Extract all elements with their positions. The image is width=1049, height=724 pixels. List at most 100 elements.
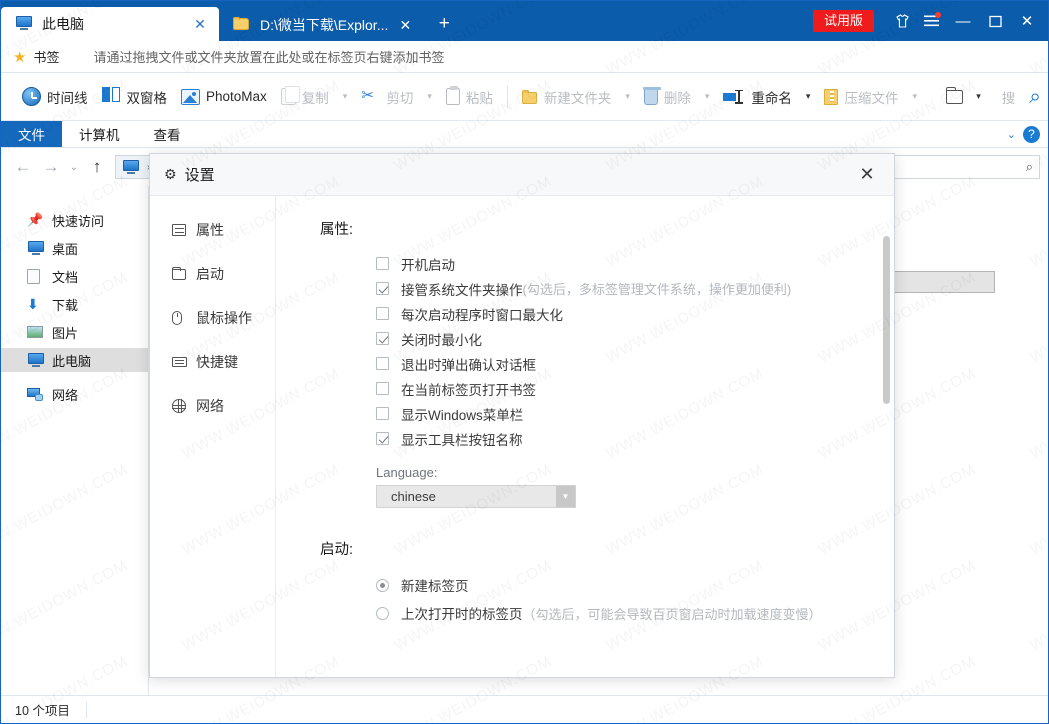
- tab-view[interactable]: 查看: [137, 121, 198, 147]
- option-label: 退出时弹出确认对话框: [401, 357, 536, 373]
- option-last-session-tabs[interactable]: 上次打开时的标签页 （勾选后，可能会导致百页窗启动时加载速度变慢）: [376, 599, 894, 627]
- dialog-body: 属性 启动 鼠标操作 快捷键 网络 属性: 开机启动 接管系统文件夹操作 (勾选…: [150, 196, 894, 677]
- help-icon[interactable]: ?: [1023, 125, 1040, 143]
- checkbox[interactable]: [376, 432, 389, 445]
- dialog-scrollbar[interactable]: [883, 204, 890, 664]
- settings-nav-mouse[interactable]: 鼠标操作: [150, 296, 275, 340]
- toolbar-photomax-label: PhotoMax: [206, 89, 267, 104]
- sidebar-item-pictures[interactable]: 图片: [1, 320, 148, 344]
- network-icon: [27, 387, 45, 401]
- view-dropdown-icon[interactable]: ▾: [969, 80, 988, 114]
- back-button[interactable]: ←: [9, 153, 37, 181]
- checkbox[interactable]: [376, 307, 389, 320]
- checkbox[interactable]: [376, 407, 389, 420]
- tab-close-icon[interactable]: ✕: [191, 15, 209, 33]
- trial-badge[interactable]: 试用版: [812, 9, 874, 33]
- option-autostart[interactable]: 开机启动: [376, 251, 894, 276]
- sidebar-item-documents[interactable]: 文档: [1, 264, 148, 288]
- toolbar-paste-label: 粘贴: [465, 90, 493, 106]
- option-new-tab-page[interactable]: 新建标签页: [376, 571, 894, 599]
- toolbar-timeline[interactable]: 时间线: [15, 80, 95, 114]
- settings-nav-network[interactable]: 网络: [150, 384, 275, 428]
- dialog-close-button[interactable]: ✕: [854, 162, 880, 188]
- language-label: Language:: [376, 465, 438, 480]
- toolbar-copy[interactable]: 复制: [274, 80, 336, 114]
- checkbox[interactable]: [376, 332, 389, 345]
- sidebar-item-this-pc[interactable]: 此电脑: [1, 348, 148, 372]
- history-dropdown-icon[interactable]: ⌄: [65, 153, 83, 181]
- close-button[interactable]: ✕: [1012, 6, 1042, 36]
- option-label: 显示工具栏按钮名称: [401, 432, 523, 448]
- radio-button[interactable]: [376, 578, 389, 592]
- chevron-down-icon[interactable]: ⌄: [1007, 128, 1016, 141]
- up-button[interactable]: ↑: [83, 153, 111, 181]
- this-pc-icon: [122, 159, 140, 175]
- toolbar-view-mode[interactable]: ▾: [939, 80, 995, 114]
- sidebar-item-desktop[interactable]: 桌面: [1, 236, 148, 260]
- cut-dropdown-icon[interactable]: ▾: [420, 80, 439, 114]
- status-divider: [85, 701, 87, 718]
- tab-this-pc[interactable]: 此电脑 ✕: [1, 7, 219, 41]
- chevron-down-icon[interactable]: ▼: [556, 486, 575, 507]
- checkbox[interactable]: [376, 257, 389, 270]
- option-takeover-folder-ops[interactable]: 接管系统文件夹操作 (勾选后，多标签管理文件系统，操作更加便利): [376, 276, 894, 301]
- toolbar-new-folder[interactable]: 新建文件夹: [515, 80, 619, 114]
- sidebar-item-network[interactable]: 网络: [1, 382, 148, 406]
- toolbar-view-label-wrap[interactable]: 搜: [995, 80, 1023, 114]
- forward-button[interactable]: →: [37, 153, 65, 181]
- toolbar-compress[interactable]: 压缩文件: [817, 80, 905, 114]
- language-select[interactable]: chinese ▼: [376, 485, 576, 508]
- search-input[interactable]: ⌕: [892, 155, 1040, 179]
- status-item-count: 10 个项目: [15, 704, 70, 718]
- new-tab-button[interactable]: +: [430, 9, 458, 39]
- scissors-icon: ✂: [361, 87, 374, 104]
- toolbar-rename[interactable]: 重命名: [716, 80, 799, 114]
- toolbar-dual-pane[interactable]: 双窗格: [95, 80, 175, 114]
- option-show-toolbar-button-names[interactable]: 显示工具栏按钮名称: [376, 426, 894, 451]
- explorer-window: 此电脑 ✕ D:\微当下载\Explor... ✕ + 试用版 — ✕ ★ 书签…: [0, 0, 1049, 724]
- tab-file[interactable]: 文件: [1, 121, 62, 147]
- toolbar-copy-label: 复制: [301, 90, 329, 106]
- documents-icon: [27, 268, 45, 284]
- tab-title: 此电脑: [42, 16, 84, 32]
- rename-dropdown-icon[interactable]: ▾: [799, 80, 818, 114]
- tab-close-icon[interactable]: ✕: [396, 16, 414, 34]
- new-folder-dropdown-icon[interactable]: ▾: [618, 80, 637, 114]
- minimize-button[interactable]: —: [948, 6, 978, 36]
- dialog-scrollbar-thumb[interactable]: [883, 236, 890, 404]
- option-minimize-on-close[interactable]: 关闭时最小化: [376, 326, 894, 351]
- option-confirm-on-exit[interactable]: 退出时弹出确认对话框: [376, 351, 894, 376]
- sidebar-item-downloads[interactable]: ⬇ 下载: [1, 292, 148, 316]
- toolbar-delete[interactable]: 删除: [637, 80, 698, 114]
- startup-folder-icon: [171, 266, 188, 280]
- toolbar-search[interactable]: ⌕: [1022, 80, 1048, 114]
- checkbox[interactable]: [376, 282, 389, 295]
- checkbox[interactable]: [376, 357, 389, 370]
- option-maximize-on-start[interactable]: 每次启动程序时窗口最大化: [376, 301, 894, 326]
- notification-dot: [935, 12, 941, 18]
- photo-icon: [181, 88, 200, 105]
- option-show-windows-menubar[interactable]: 显示Windows菜单栏: [376, 401, 894, 426]
- delete-dropdown-icon[interactable]: ▾: [698, 80, 717, 114]
- option-open-bookmark-current-tab[interactable]: 在当前标签页打开书签: [376, 376, 894, 401]
- tab-computer[interactable]: 计算机: [62, 121, 137, 147]
- settings-nav-shortcuts[interactable]: 快捷键: [150, 340, 275, 384]
- toolbar-paste[interactable]: 粘贴: [439, 80, 500, 114]
- compress-dropdown-icon[interactable]: ▾: [905, 80, 924, 114]
- main-menu-icon[interactable]: [918, 7, 946, 35]
- toolbar-cut[interactable]: ✂ 剪切: [354, 80, 420, 114]
- skin-shirt-icon[interactable]: [888, 7, 916, 35]
- pin-star-icon: 📌: [27, 212, 44, 227]
- checkbox[interactable]: [376, 382, 389, 395]
- sidebar-item-quick-access[interactable]: 📌 快速访问: [1, 208, 148, 232]
- toolbar-photomax[interactable]: PhotoMax: [174, 80, 274, 114]
- radio-button[interactable]: [376, 606, 389, 620]
- bookmark-label[interactable]: 书签: [33, 47, 59, 66]
- sidebar-item-label: 桌面: [52, 241, 79, 257]
- maximize-button[interactable]: [980, 6, 1010, 36]
- settings-nav-properties[interactable]: 属性: [150, 208, 275, 252]
- copy-dropdown-icon[interactable]: ▾: [336, 80, 355, 114]
- tab-explorer-folder[interactable]: D:\微当下载\Explor... ✕: [219, 8, 424, 41]
- settings-nav-startup[interactable]: 启动: [150, 252, 275, 296]
- bookmark-bar: ★ 书签 请通过拖拽文件或文件夹放置在此处或在标签页右键添加书签: [1, 41, 1048, 73]
